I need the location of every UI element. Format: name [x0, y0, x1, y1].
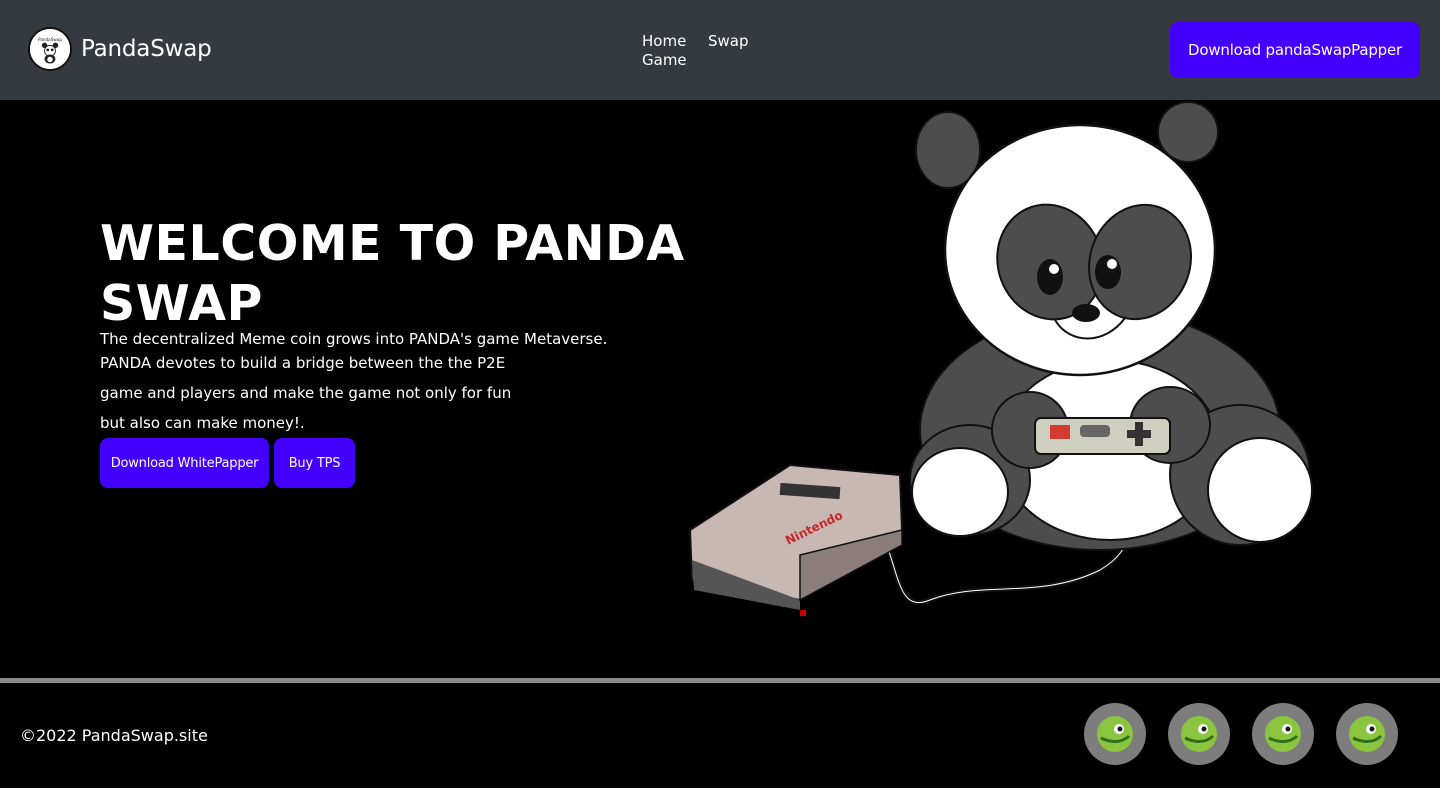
console-illustration: Nintendo — [688, 463, 904, 616]
buy-tps-button[interactable]: Buy TPS — [274, 438, 355, 488]
footer-divider — [0, 678, 1440, 683]
main-nav: Home Swap Game — [642, 32, 762, 72]
nav-game-link[interactable]: Game — [642, 51, 687, 69]
nav-home-link[interactable]: Home — [642, 32, 686, 50]
hero-title: WELCOME TO PANDA SWAP — [100, 215, 685, 332]
brand-name[interactable]: PandaSwap — [81, 36, 212, 62]
coingecko-icon[interactable] — [1336, 703, 1398, 765]
brand[interactable]: PandaSwap PandaSwap — [28, 27, 212, 71]
coingecko-icon[interactable] — [1084, 703, 1146, 765]
hero-line: PANDA devotes to build a bridge between … — [100, 354, 506, 372]
navbar: PandaSwap PandaSwap Home Swap Game Downl… — [0, 0, 1440, 100]
download-whitepaper-button[interactable]: Download WhitePapper — [100, 438, 269, 488]
logo-text: PandaSwap — [38, 37, 62, 42]
panda-gaming-illustration: Nintendo — [688, 101, 1313, 616]
hero-line: The decentralized Meme coin grows into P… — [100, 330, 608, 348]
nav-swap-link[interactable]: Swap — [708, 32, 749, 50]
coingecko-icon[interactable] — [1168, 703, 1230, 765]
coingecko-icon[interactable] — [1252, 703, 1314, 765]
panda-logo-icon[interactable]: PandaSwap — [28, 27, 72, 71]
copyright-text: ©2022 PandaSwap.site — [20, 726, 208, 745]
hero-line: game and players and make the game not o… — [100, 384, 512, 402]
social-links — [1084, 703, 1404, 765]
hero-line: but also can make money!. — [100, 414, 305, 432]
download-paper-button[interactable]: Download pandaSwapPapper — [1170, 22, 1420, 78]
